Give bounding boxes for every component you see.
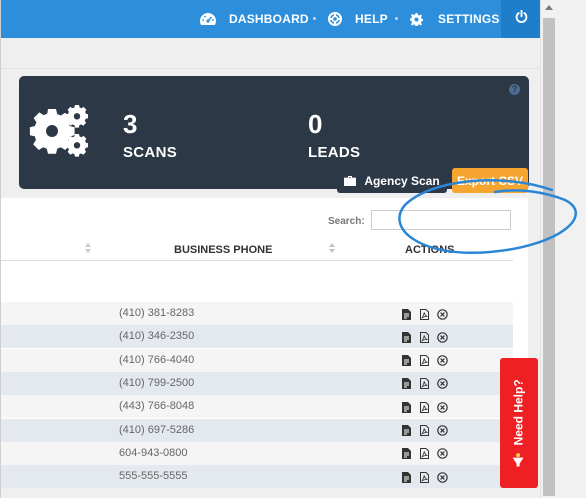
row-actions	[399, 424, 449, 438]
nav-help-label: HELP	[355, 12, 388, 26]
row-actions	[399, 470, 449, 484]
business-phone-cell: (410) 381-8283	[119, 307, 195, 319]
content-divider	[1, 68, 540, 69]
view-report-icon[interactable]	[399, 307, 413, 321]
table-row: (410) 766-4040	[1, 348, 513, 372]
nav-dashboard-label: DASHBOARD	[229, 12, 309, 26]
business-phone-cell: 555-555-5555	[119, 470, 188, 483]
nav-dashboard[interactable]: DASHBOARD	[200, 0, 309, 38]
view-report-icon[interactable]	[399, 354, 413, 368]
leads-label: LEADS	[308, 144, 361, 161]
page-scrollbar[interactable]	[540, 0, 586, 498]
table-header: BUSINESS PHONE ACTIONS	[1, 239, 513, 261]
agency-scan-label: Agency Scan	[364, 173, 440, 188]
table-row: (410) 381-8283	[1, 302, 513, 325]
download-pdf-icon[interactable]	[417, 470, 431, 484]
view-report-icon[interactable]	[399, 330, 413, 344]
view-report-icon[interactable]	[399, 400, 413, 414]
row-actions	[399, 447, 449, 461]
nav-settings[interactable]: SETTINGS	[410, 0, 500, 38]
table-row: (443) 766-8048	[1, 395, 513, 419]
table-row: (410) 799-2500	[1, 371, 513, 395]
nav-separator-dot	[313, 17, 316, 20]
business-phone-cell: (410) 346-2350	[119, 330, 195, 343]
lifebuoy-icon	[328, 12, 342, 26]
need-help-label: Need Help?	[511, 379, 526, 446]
scrollbar-thumb[interactable]	[543, 18, 555, 496]
gears-icon	[28, 103, 90, 164]
sort-icon[interactable]	[85, 243, 92, 255]
table-row: (410) 346-2350	[1, 325, 513, 349]
table-row: 555-555-5555	[1, 465, 513, 489]
column-header-actions: ACTIONS	[405, 244, 455, 256]
nav-separator-dot	[395, 17, 398, 20]
scans-count: 3	[123, 109, 138, 139]
leads-count: 0	[308, 109, 323, 139]
table-row: 604-943-0800	[1, 441, 513, 465]
download-pdf-icon[interactable]	[417, 377, 431, 391]
view-report-icon[interactable]	[399, 447, 413, 461]
search-label: Search:	[328, 216, 365, 227]
delete-icon[interactable]	[435, 447, 449, 461]
need-help-tab[interactable]: Need Help?	[500, 358, 538, 488]
delete-icon[interactable]	[435, 424, 449, 438]
delete-icon[interactable]	[435, 354, 449, 368]
power-icon	[515, 9, 528, 28]
gear-icon	[410, 12, 423, 26]
row-actions	[399, 400, 449, 414]
business-phone-cell: (410) 799-2500	[119, 376, 195, 389]
view-report-icon[interactable]	[399, 377, 413, 391]
question-icon[interactable]: ?	[509, 84, 520, 95]
download-pdf-icon[interactable]	[417, 424, 431, 438]
download-pdf-icon[interactable]	[417, 354, 431, 368]
megaphone-icon	[512, 453, 526, 467]
row-actions	[399, 330, 449, 344]
download-pdf-icon[interactable]	[417, 400, 431, 414]
briefcase-icon	[344, 175, 357, 186]
delete-icon[interactable]	[435, 470, 449, 484]
nav-settings-label: SETTINGS	[438, 12, 500, 26]
delete-icon[interactable]	[435, 307, 449, 321]
download-pdf-icon[interactable]	[417, 447, 431, 461]
top-navigation-bar: DASHBOARD HELP SETTINGS	[1, 0, 541, 38]
sort-icon[interactable]	[329, 243, 336, 255]
row-actions	[399, 307, 449, 321]
nav-help[interactable]: HELP	[328, 0, 388, 38]
column-header-business-phone[interactable]: BUSINESS PHONE	[174, 244, 272, 256]
download-pdf-icon[interactable]	[417, 307, 431, 321]
view-report-icon[interactable]	[399, 424, 413, 438]
search-input[interactable]	[371, 210, 511, 230]
delete-icon[interactable]	[435, 400, 449, 414]
business-phone-cell: 604-943-0800	[119, 446, 188, 459]
view-report-icon[interactable]	[399, 470, 413, 484]
agency-scan-button[interactable]: Agency Scan	[337, 168, 447, 193]
business-phone-cell: (410) 697-5286	[119, 423, 195, 436]
business-phone-cell: (410) 766-4040	[119, 353, 195, 366]
business-phone-cell: (443) 766-8048	[119, 400, 195, 413]
row-actions	[399, 377, 449, 391]
dashboard-gauge-icon	[200, 13, 216, 25]
need-help-text: Need Help?	[511, 379, 527, 467]
scroll-up-arrow-icon[interactable]	[545, 5, 553, 10]
logout-button[interactable]	[501, 0, 541, 38]
row-actions	[399, 354, 449, 368]
export-csv-label: Export CSV	[456, 173, 523, 188]
scans-label: SCANS	[123, 144, 178, 161]
delete-icon[interactable]	[435, 377, 449, 391]
export-csv-button[interactable]: Export CSV	[452, 168, 528, 193]
download-pdf-icon[interactable]	[417, 330, 431, 344]
table-row: (410) 697-5286	[1, 418, 513, 442]
delete-icon[interactable]	[435, 330, 449, 344]
